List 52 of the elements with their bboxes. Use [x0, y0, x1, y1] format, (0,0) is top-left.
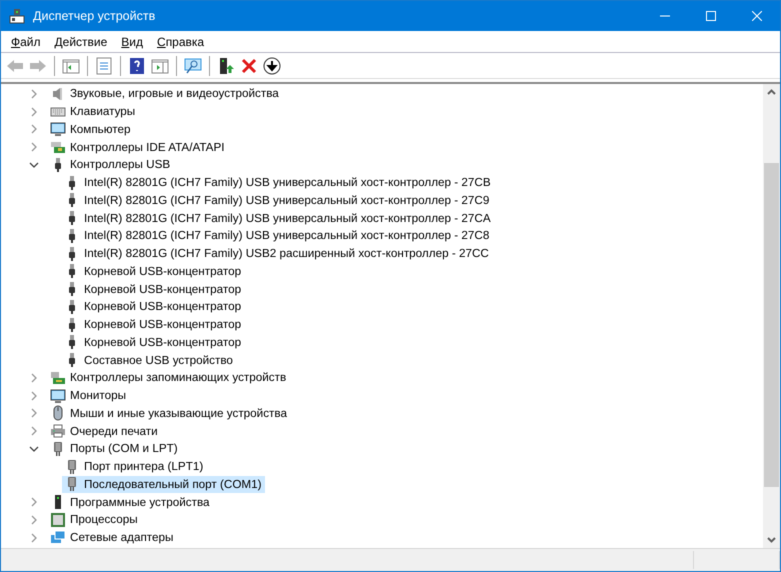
close-icon [240, 56, 258, 74]
tree-item[interactable]: Intel(R) 82801G (ICH7 Family) USB универсальный хост-контроллер - 27C8 [62, 227, 492, 245]
tree-item[interactable]: Очереди печати [48, 422, 161, 440]
pane-icon [62, 56, 80, 74]
menu-item[interactable]: Файл [4, 32, 48, 50]
tree-item[interactable]: Intel(R) 82801G (ICH7 Family) USB универсальный хост-контроллер - 27C9 [62, 192, 492, 210]
tree-item[interactable]: Intel(R) 82801G (ICH7 Family) USB универсальный хост-контроллер - 27CA [62, 209, 494, 227]
tree-item[interactable]: Последовательный порт (COM1) [62, 476, 265, 494]
scrollbar[interactable] [763, 84, 780, 548]
tree-item[interactable]: Корневой USB-концентратор [62, 316, 244, 334]
properties-icon [95, 56, 113, 74]
tree-item[interactable]: Порт принтера (LPT1) [62, 458, 206, 476]
window-title: Диспетчер устройств [33, 9, 156, 23]
menu-item[interactable]: Вид [114, 32, 150, 50]
tree-item[interactable]: Intel(R) 82801G (ICH7 Family) USB2 расширенный хост-контроллер - 27CC [62, 244, 492, 262]
maximize-icon [706, 11, 716, 21]
tree-item[interactable]: Контроллеры IDE ATA/ATAPI [48, 138, 228, 156]
chip-icon [50, 512, 66, 528]
tree-item[interactable]: Контроллеры USB [48, 156, 174, 174]
tree-item[interactable]: Intel(R) 82801G (ICH7 Family) USB универсальный хост-контроллер - 27CB [62, 174, 494, 192]
tree-item[interactable]: Мониторы [48, 386, 129, 404]
tree-item[interactable]: Корневой USB-концентратор [62, 262, 244, 280]
tree-item[interactable]: Корневой USB-концентратор [62, 334, 244, 352]
tree-item[interactable]: Контроллеры запоминающих устройств [48, 369, 290, 387]
pane-icon [151, 56, 169, 74]
scroll-thumb[interactable] [764, 163, 779, 487]
printer-icon [50, 423, 66, 440]
help-icon [128, 56, 146, 74]
menu-item[interactable]: Справка [150, 32, 212, 50]
toolbar-button[interactable] [261, 54, 283, 76]
tree-item[interactable]: Звуковые, игровые и видеоустройства [48, 85, 282, 103]
monitor-icon [50, 121, 66, 138]
tree-item[interactable]: Клавиатуры [48, 102, 138, 120]
drive-board-icon [50, 139, 66, 156]
network-icon [50, 530, 66, 546]
tree-item[interactable]: Корневой USB-концентратор [62, 298, 244, 316]
device-manager-icon [9, 8, 25, 24]
menu-item[interactable]: Действие [48, 32, 114, 50]
update-driver-icon [217, 56, 235, 74]
tree-item[interactable]: Составное USB устройство [62, 351, 236, 369]
monitor-icon [50, 388, 66, 404]
tree-item[interactable]: Процессоры [48, 511, 141, 529]
tree-item[interactable]: Компьютер [48, 120, 134, 138]
tree-item[interactable]: Сетевые адаптеры [48, 528, 176, 546]
storage-board-icon [50, 370, 66, 386]
close-icon [752, 11, 762, 21]
tree-item[interactable]: Программные устройства [48, 493, 213, 511]
down-arrow-circle-icon [263, 56, 281, 74]
tree-item[interactable]: Корневой USB-концентратор [62, 280, 244, 298]
tree-item[interactable]: Мыши и иные указывающие устройства [48, 404, 290, 422]
monitor-search-icon [184, 56, 202, 74]
tree-item[interactable]: Порты (COM и LPT) [48, 440, 181, 458]
